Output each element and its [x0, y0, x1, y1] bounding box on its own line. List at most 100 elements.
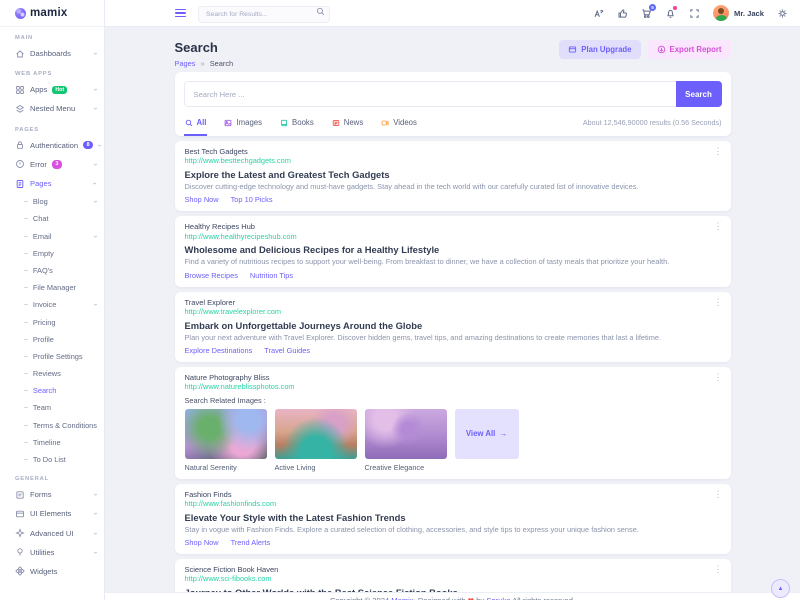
related-image-thumbnail[interactable]: [275, 409, 357, 459]
tab-videos[interactable]: Videos: [380, 115, 418, 136]
sidebar-subitem-faqs[interactable]: FAQ's: [0, 262, 104, 279]
sidebar-subitem-email[interactable]: Email›: [0, 228, 104, 245]
tab-books[interactable]: Books: [279, 115, 315, 136]
sidebar-subitem-blog[interactable]: Blog›: [0, 193, 104, 210]
sidebar-item-forms[interactable]: Forms ›: [0, 485, 104, 504]
search-icon[interactable]: [316, 7, 325, 16]
tab-news[interactable]: News: [331, 115, 365, 136]
cart-icon[interactable]: 5: [641, 8, 652, 19]
sidebar-subitem-file-manager[interactable]: File Manager: [0, 279, 104, 296]
result-url[interactable]: http://www.sci-fibooks.com: [185, 574, 721, 584]
export-report-button[interactable]: Export Report: [648, 40, 731, 59]
sidebar-subitem-chat[interactable]: Chat: [0, 210, 104, 227]
footer-author-link[interactable]: Spruko: [486, 596, 510, 600]
settings-gear-icon[interactable]: [777, 8, 788, 19]
sidebar-subitem-empty[interactable]: Empty: [0, 245, 104, 262]
result-link[interactable]: Travel Guides: [264, 346, 310, 355]
sidebar-subitem-timeline[interactable]: Timeline: [0, 434, 104, 451]
arrow-up-icon: ▲: [778, 586, 784, 592]
scroll-to-top-button[interactable]: ▲: [771, 579, 790, 598]
kebab-menu-icon[interactable]: ⋮: [714, 147, 723, 156]
result-link[interactable]: Nutrition Tips: [250, 271, 293, 280]
result-heading[interactable]: Wholesome and Delicious Recipes for a He…: [185, 244, 721, 255]
result-url[interactable]: http://www.besttechgadgets.com: [185, 156, 721, 166]
result-heading[interactable]: Explore the Latest and Greatest Tech Gad…: [185, 169, 721, 180]
kebab-menu-icon[interactable]: ⋮: [714, 373, 723, 382]
result-heading[interactable]: Elevate Your Style with the Latest Fashi…: [185, 512, 721, 523]
sidebar-subitem-reviews[interactable]: Reviews: [0, 365, 104, 382]
sidebar-subitem-invoice[interactable]: Invoice›: [0, 296, 104, 313]
sidebar-item-nested-menu[interactable]: Nested Menu ›: [0, 99, 104, 118]
sidebar-subitem-profile[interactable]: Profile: [0, 331, 104, 348]
sidebar-subitem-pricing[interactable]: Pricing: [0, 313, 104, 330]
search-result-images: ⋮ Nature Photography Bliss http://www.na…: [175, 367, 731, 479]
sidebar-item-apps[interactable]: Apps Hot ›: [0, 80, 104, 99]
related-image-thumbnail[interactable]: [365, 409, 447, 459]
kebab-menu-icon[interactable]: ⋮: [714, 490, 723, 499]
utilities-icon: [15, 547, 25, 557]
result-link[interactable]: Browse Recipes: [185, 271, 238, 280]
sidebar-item-label: Advanced UI: [30, 529, 73, 538]
sidebar-subitem-terms[interactable]: Terms & Conditions: [0, 417, 104, 434]
result-link[interactable]: Top 10 Picks: [231, 195, 273, 204]
tab-all[interactable]: All: [184, 115, 208, 136]
bell-icon[interactable]: [665, 8, 676, 19]
sidebar-subitem-profile-settings[interactable]: Profile Settings: [0, 348, 104, 365]
sidebar-item-ui-elements[interactable]: UI Elements ›: [0, 504, 104, 523]
kebab-menu-icon[interactable]: ⋮: [714, 565, 723, 574]
result-link[interactable]: Shop Now: [185, 538, 219, 547]
sidebar-item-label: Widgets: [30, 567, 57, 576]
result-link[interactable]: Trend Alerts: [231, 538, 271, 547]
kebab-menu-icon[interactable]: ⋮: [714, 298, 723, 307]
result-url[interactable]: http://www.travelexplorer.com: [185, 307, 721, 317]
footer-brand-link[interactable]: Mamix.: [391, 596, 415, 600]
count-badge: 3: [52, 160, 62, 168]
hamburger-menu-icon[interactable]: [175, 7, 186, 19]
plan-upgrade-button[interactable]: Plan Upgrade: [559, 40, 640, 59]
sidebar-item-authentication[interactable]: Authentication 8 ›: [0, 136, 104, 155]
like-icon[interactable]: [617, 8, 628, 19]
related-images-label: Search Related Images :: [185, 396, 721, 405]
chevron-down-icon: ›: [91, 163, 98, 165]
plan-upgrade-label: Plan Upgrade: [581, 45, 631, 54]
tab-label: Images: [236, 118, 262, 127]
result-link[interactable]: Explore Destinations: [185, 346, 253, 355]
sidebar-item-pages[interactable]: Pages ›: [0, 174, 104, 193]
result-link[interactable]: Shop Now: [185, 195, 219, 204]
chevron-down-icon: ›: [91, 304, 98, 306]
result-url[interactable]: http://www.healthyrecipeshub.com: [185, 232, 721, 242]
translate-icon[interactable]: [593, 8, 604, 19]
main-content: Search Pages » Search Plan Upgrade Expor…: [105, 0, 800, 600]
view-all-button[interactable]: View All →: [455, 409, 519, 459]
sidebar-item-label: Forms: [30, 490, 52, 499]
footer: Copyright © 2024 Mamix. Designed with ❤ …: [105, 592, 800, 600]
topbar-search-input[interactable]: [198, 6, 330, 23]
sidebar-item-error[interactable]: Error 3 ›: [0, 155, 104, 174]
sidebar-item-label: Dashboards: [30, 49, 71, 58]
sidebar-item-label: Pages: [30, 179, 52, 188]
sidebar-item-dashboards[interactable]: Dashboards ›: [0, 44, 104, 63]
sidebar-subitem-label: Blog: [33, 197, 48, 206]
chevron-up-icon: ›: [91, 182, 98, 184]
search-input[interactable]: [184, 81, 676, 107]
brand-logo[interactable]: mamix: [0, 0, 104, 27]
sidebar-item-advanced-ui[interactable]: Advanced UI ›: [0, 524, 104, 543]
search-button[interactable]: Search: [676, 81, 722, 107]
sidebar-item-widgets[interactable]: Widgets: [0, 562, 104, 581]
result-heading[interactable]: Embark on Unforgettable Journeys Around …: [185, 320, 721, 331]
result-url[interactable]: http://www.natureblissphotos.com: [185, 382, 721, 392]
search-result: ⋮ Healthy Recipes Hub http://www.healthy…: [175, 216, 731, 286]
sidebar-subitem-search[interactable]: Search: [0, 382, 104, 399]
breadcrumb-pages-link[interactable]: Pages: [175, 59, 196, 68]
result-url[interactable]: http://www.fashionfinds.com: [185, 499, 721, 509]
sidebar-subitem-todo[interactable]: To Do List: [0, 451, 104, 468]
sidebar-subitem-team[interactable]: Team: [0, 399, 104, 416]
sidebar-item-utilities[interactable]: Utilities ›: [0, 543, 104, 562]
chevron-down-icon: ›: [91, 89, 98, 91]
kebab-menu-icon[interactable]: ⋮: [714, 222, 723, 231]
related-image-thumbnail[interactable]: [185, 409, 267, 459]
user-profile-menu[interactable]: Mr. Jack: [713, 5, 764, 21]
fullscreen-icon[interactable]: [689, 8, 700, 19]
tab-images[interactable]: Images: [223, 115, 263, 136]
tab-label: All: [197, 118, 207, 127]
